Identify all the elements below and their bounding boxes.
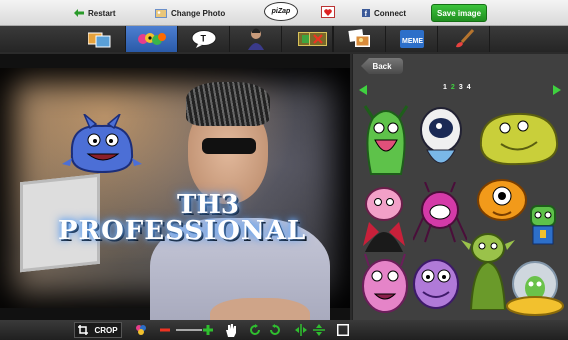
sticker-panel: Back 1 2 3 4 <box>352 54 568 320</box>
person-sunglasses <box>202 138 256 154</box>
sticker-pink-vampire[interactable] <box>359 182 409 254</box>
photo-icon <box>155 8 167 18</box>
tool-text[interactable]: T <box>178 26 230 52</box>
tool-paint[interactable] <box>438 26 490 52</box>
flip-horizontal-icon[interactable] <box>294 322 308 338</box>
stickers-icon <box>137 33 166 45</box>
prev-page-arrow-icon[interactable] <box>359 85 367 95</box>
tool-stickers[interactable] <box>126 26 178 52</box>
add-photo-icon <box>347 29 370 47</box>
paint-brush-icon <box>455 29 474 48</box>
rotate-right-icon[interactable] <box>268 322 282 338</box>
logo-text: piZap <box>271 8 291 15</box>
sticker-yellow-blob[interactable] <box>475 106 561 168</box>
flip-vertical-icon[interactable] <box>312 322 326 338</box>
pizap-logo[interactable]: piZap <box>264 2 298 21</box>
effects-icon <box>87 32 110 47</box>
tool-effects[interactable] <box>74 26 126 52</box>
arrow-left-icon <box>74 9 84 17</box>
zoom-in-icon[interactable] <box>202 322 214 338</box>
page-numbers: 1 2 3 4 <box>443 84 483 91</box>
remove-border-icon <box>308 32 327 46</box>
save-label: Save image <box>436 8 482 18</box>
pan-hand-icon[interactable] <box>224 322 238 338</box>
photo-canvas[interactable]: TH3 PROFESSIONAL <box>0 54 350 320</box>
crop-icon <box>78 325 89 335</box>
tool-remove-border[interactable] <box>303 26 333 52</box>
sticker-purple-monster[interactable] <box>409 252 463 312</box>
tool-bar: T MEME <box>0 26 568 52</box>
sticker-purple-spider[interactable] <box>413 182 467 244</box>
top-bar: Restart Change Photo piZap f Connect Sav… <box>0 0 568 26</box>
zoom-out-icon[interactable] <box>158 322 172 338</box>
page-3[interactable]: 3 <box>459 84 463 91</box>
tool-cutout[interactable] <box>230 26 282 52</box>
sticker-alien-ufo[interactable] <box>505 258 565 318</box>
edited-photo <box>0 68 350 320</box>
connect-label: Connect <box>374 8 406 18</box>
restart-label: Restart <box>88 8 116 18</box>
rotate-left-icon[interactable] <box>248 322 262 338</box>
crop-button[interactable]: CROP <box>74 322 122 338</box>
change-photo-label: Change Photo <box>171 8 226 18</box>
next-page-arrow-icon[interactable] <box>553 85 561 95</box>
cutout-icon <box>247 28 264 50</box>
bottom-control-bar: CROP <box>0 320 568 340</box>
sticker-pager: 1 2 3 4 <box>353 84 568 96</box>
save-image-button[interactable]: Save image <box>431 4 487 22</box>
page-1[interactable]: 1 <box>443 84 447 91</box>
sticker-orange-blob[interactable] <box>475 172 529 224</box>
sticker-text-line2: PROFESSIONAL <box>58 216 307 246</box>
heart-icon[interactable] <box>321 6 335 18</box>
back-label: Back <box>372 61 392 71</box>
canvas-text-sticker[interactable]: TH3 PROFESSIONAL <box>58 190 307 246</box>
person-hand <box>210 298 310 320</box>
facebook-connect-button[interactable]: f Connect <box>362 5 406 21</box>
sticker-text-line1: TH3 <box>176 190 239 220</box>
change-photo-button[interactable]: Change Photo <box>155 5 225 21</box>
facebook-icon: f <box>362 9 370 17</box>
back-button[interactable]: Back <box>361 58 403 74</box>
restart-button[interactable]: Restart <box>74 5 116 21</box>
fit-icon[interactable] <box>336 322 350 338</box>
zoom-slider[interactable] <box>176 329 202 331</box>
canvas-monster-sticker[interactable] <box>62 114 142 176</box>
sticker-green-robot[interactable] <box>523 202 563 250</box>
pizap-editor: Restart Change Photo piZap f Connect Sav… <box>0 0 568 340</box>
sticker-pink-monster[interactable] <box>357 252 413 318</box>
page-4[interactable]: 4 <box>467 84 471 91</box>
tool-meme[interactable]: MEME <box>386 26 438 52</box>
sticker-white-alien[interactable] <box>417 106 465 174</box>
meme-icon: MEME <box>399 30 424 48</box>
person-hair <box>186 82 270 126</box>
tool-photos[interactable] <box>334 26 386 52</box>
page-2[interactable]: 2 <box>451 84 455 91</box>
filter-icon[interactable] <box>134 322 148 338</box>
sticker-green-monster[interactable] <box>361 104 411 182</box>
meme-label: MEME <box>402 38 423 45</box>
text-bubble-icon: T <box>191 30 216 48</box>
text-tool-label: T <box>200 34 206 44</box>
crop-label: CROP <box>94 325 118 335</box>
